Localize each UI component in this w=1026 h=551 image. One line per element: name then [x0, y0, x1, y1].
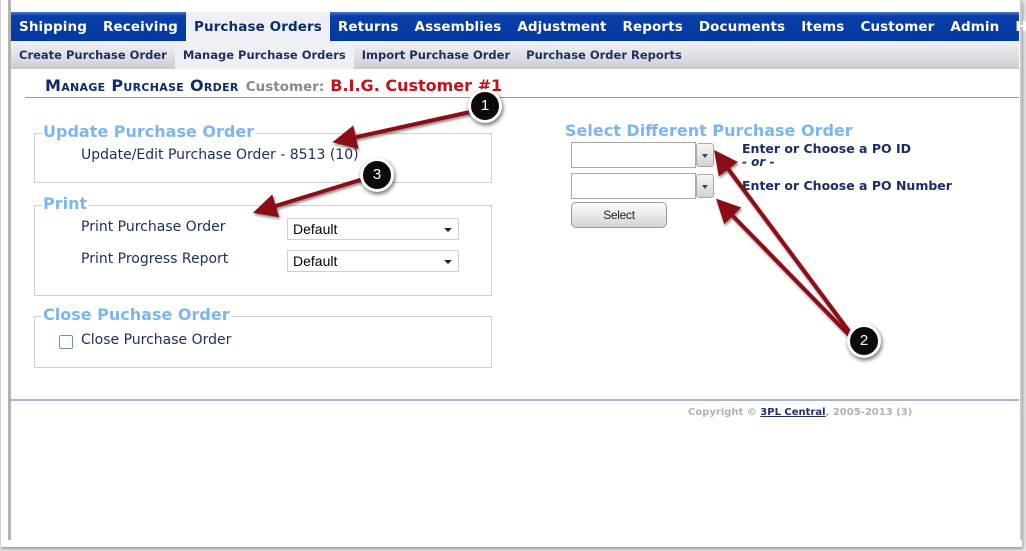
- close-purchase-order-checkbox[interactable]: [59, 335, 73, 349]
- select-button[interactable]: Select: [571, 202, 667, 228]
- main-nav-returns[interactable]: Returns: [330, 12, 407, 41]
- copyright-suffix: , 2005-2013 (3): [825, 407, 913, 418]
- annotation-badge-3: 3: [360, 158, 394, 192]
- main-nav-reports[interactable]: Reports: [615, 12, 691, 41]
- main-nav-items[interactable]: Items: [793, 12, 852, 41]
- print-section-legend: Print: [42, 194, 89, 213]
- chevron-down-icon: [444, 228, 452, 232]
- window-left-border: [8, 0, 11, 540]
- main-nav-adjustment[interactable]: Adjustment: [509, 12, 614, 41]
- update-section-legend: Update Purchase Order: [42, 122, 256, 141]
- 3pl-central-link[interactable]: 3PL Central: [760, 407, 825, 418]
- sub-nav-purchase-order-reports[interactable]: Purchase Order Reports: [518, 41, 690, 69]
- copyright-footer: Copyright © 3PL Central, 2005-2013 (3): [688, 407, 912, 418]
- title-divider: [25, 97, 1019, 98]
- main-nav-shipping[interactable]: Shipping: [11, 12, 95, 41]
- page-title: Manage Purchase Order: [45, 76, 239, 95]
- update-purchase-order-section: Update Purchase Order Update/Edit Purcha…: [34, 123, 492, 183]
- po-id-dropdown-button[interactable]: [696, 143, 714, 167]
- main-nav-admin[interactable]: Admin: [942, 12, 1007, 41]
- close-purchase-order-section: Close Puchase Order Close Purchase Order: [34, 306, 492, 368]
- main-nav-home[interactable]: Home: [1007, 12, 1026, 41]
- po-id-label: Enter or Choose a PO ID: [742, 141, 911, 156]
- chevron-down-icon: [702, 185, 708, 189]
- po-id-input[interactable]: [571, 142, 696, 168]
- sub-nav-manage-purchase-orders[interactable]: Manage Purchase Orders: [174, 41, 354, 69]
- main-nav: Shipping Receiving Purchase Orders Retur…: [11, 12, 1026, 41]
- po-number-input[interactable]: [571, 173, 696, 199]
- main-nav-assemblies[interactable]: Assemblies: [407, 12, 510, 41]
- select-different-po-heading: Select Different Purchase Order: [565, 121, 853, 140]
- sub-nav: Create Purchase Order Manage Purchase Or…: [11, 41, 1019, 69]
- close-purchase-order-label: Close Purchase Order: [81, 332, 232, 348]
- sub-nav-import-purchase-order[interactable]: Import Purchase Order: [354, 41, 518, 69]
- chevron-down-icon: [444, 260, 452, 264]
- app-window: Shipping Receiving Purchase Orders Retur…: [0, 0, 1026, 547]
- copyright-prefix: Copyright ©: [688, 407, 757, 418]
- main-nav-customer[interactable]: Customer: [852, 12, 942, 41]
- close-section-legend: Close Puchase Order: [42, 305, 231, 324]
- window-right-border: [1020, 0, 1022, 540]
- print-section: Print Print Purchase Order Default Print…: [34, 195, 492, 296]
- main-nav-receiving[interactable]: Receiving: [95, 12, 186, 41]
- print-purchase-order-label: Print Purchase Order: [81, 219, 226, 235]
- sub-nav-create-purchase-order[interactable]: Create Purchase Order: [11, 41, 175, 69]
- main-nav-documents[interactable]: Documents: [691, 12, 793, 41]
- print-progress-report-label: Print Progress Report: [81, 251, 229, 267]
- annotation-badge-1: 1: [468, 89, 502, 123]
- print-progress-report-select[interactable]: Default: [287, 250, 459, 272]
- po-number-dropdown-button[interactable]: [696, 174, 714, 198]
- po-number-label: Enter or Choose a PO Number: [742, 178, 952, 193]
- chevron-down-icon: [702, 154, 708, 158]
- update-edit-purchase-order-link[interactable]: Update/Edit Purchase Order - 8513 (10): [81, 147, 359, 163]
- print-purchase-order-select[interactable]: Default: [287, 218, 459, 240]
- print-progress-report-selected: Default: [293, 253, 338, 269]
- page-header: Manage Purchase Order Customer: B.I.G. C…: [45, 76, 502, 98]
- print-purchase-order-selected: Default: [293, 221, 338, 237]
- main-nav-purchase-orders[interactable]: Purchase Orders: [185, 12, 330, 41]
- customer-label: Customer:: [245, 79, 325, 95]
- or-label: - or -: [742, 155, 775, 169]
- annotation-badge-2: 2: [847, 324, 881, 358]
- footer-divider: [11, 399, 1019, 401]
